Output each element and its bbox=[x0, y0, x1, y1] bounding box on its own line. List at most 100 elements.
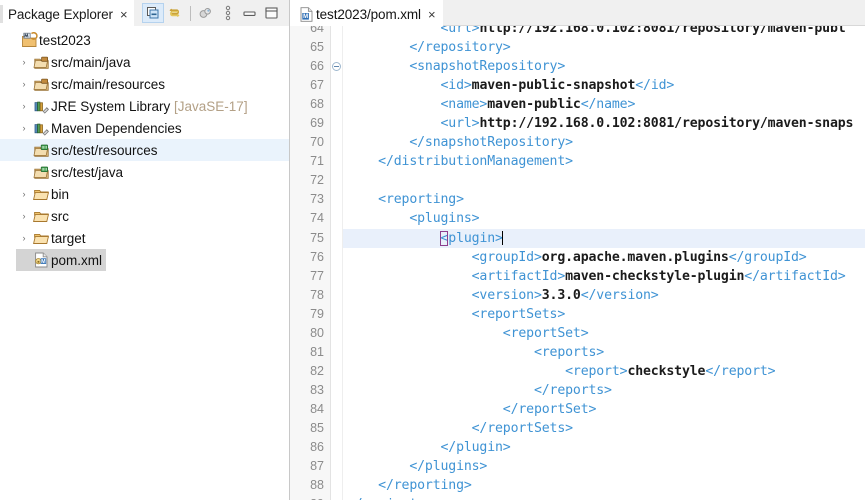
code-line[interactable]: <id>maven-public-snapshot</id> bbox=[343, 76, 865, 95]
package-explorer-tabbar: Package Explorer × bbox=[0, 0, 289, 26]
tree-item-test2023[interactable]: test2023 bbox=[0, 29, 289, 51]
xml-tag: </artifactId> bbox=[744, 268, 846, 284]
xml-tag: </report> bbox=[705, 363, 776, 379]
xml-tag: <report> bbox=[565, 363, 628, 379]
maven-project-icon bbox=[20, 32, 39, 48]
xml-text-value: org.apache.maven.plugins bbox=[541, 249, 729, 265]
focus-on-active-task-icon[interactable] bbox=[195, 3, 217, 23]
expand-arrow-icon[interactable]: › bbox=[16, 233, 32, 243]
xml-tag: </plugin> bbox=[440, 440, 511, 456]
folding-spacer bbox=[331, 419, 342, 438]
eclipse-ide-window: Package Explorer × test2023 › src/main/j… bbox=[0, 0, 865, 500]
folding-margin[interactable] bbox=[331, 19, 343, 500]
code-line[interactable]: </repository> bbox=[343, 38, 865, 57]
code-line[interactable]: </reports> bbox=[343, 381, 865, 400]
tree-item-jre system library[interactable]: › JRE System Library [JavaSE-17] bbox=[0, 95, 289, 117]
code-viewport[interactable]: 64 65 66 67 68 69 70 71 72 73 74 75 76 77 78 79 80 81 82 83… bbox=[290, 19, 865, 500]
code-line[interactable]: <url>http://192.168.0.102:8081/repositor… bbox=[343, 114, 865, 133]
line-number: 72 bbox=[310, 173, 324, 188]
expand-arrow-icon[interactable]: › bbox=[16, 211, 32, 221]
code-line[interactable]: <snapshotRepository> bbox=[343, 57, 865, 76]
close-icon[interactable]: × bbox=[428, 8, 436, 21]
tree-item-src-main-resources[interactable]: › src/main/resources bbox=[0, 73, 289, 95]
folding-spacer bbox=[331, 495, 342, 500]
tree-item-src[interactable]: › src bbox=[0, 205, 289, 227]
code-line[interactable]: </reporting> bbox=[343, 476, 865, 495]
project-tree[interactable]: test2023 › src/main/java › src/main/resource… bbox=[0, 26, 289, 271]
tree-item-label: test2023 bbox=[39, 32, 91, 48]
code-line[interactable]: </plugins> bbox=[343, 457, 865, 476]
tab-pom-xml[interactable]: M test2023/pom.xml × bbox=[290, 0, 443, 26]
code-line[interactable]: <plugins> bbox=[343, 209, 865, 228]
code-line[interactable]: <name>maven-public</name> bbox=[343, 95, 865, 114]
folding-spacer bbox=[331, 400, 342, 419]
link-with-editor-icon[interactable] bbox=[164, 3, 186, 23]
code-line[interactable]: </reportSets> bbox=[343, 419, 865, 438]
tree-item-label: JRE System Library [JavaSE-17] bbox=[51, 98, 248, 114]
line-number: 66 bbox=[310, 59, 324, 74]
code-line[interactable]: <reporting> bbox=[343, 190, 865, 209]
code-line[interactable]: <artifactId>maven-checkstyle-plugin</art… bbox=[343, 267, 865, 286]
tree-item-src-test-java[interactable]: src/test/java bbox=[0, 161, 289, 183]
close-icon[interactable]: × bbox=[120, 8, 128, 21]
tree-item-pom-xml[interactable]: Mpom.xml bbox=[16, 249, 106, 271]
code-line[interactable]: <report>checkstyle</report> bbox=[343, 362, 865, 381]
code-line[interactable]: </distributionManagement> bbox=[343, 152, 865, 171]
xml-tag: </name> bbox=[580, 97, 636, 113]
code-line[interactable]: </plugin> bbox=[343, 438, 865, 457]
folding-spacer bbox=[331, 324, 342, 343]
xml-tag: <artifactId> bbox=[471, 268, 566, 284]
collapse-all-icon[interactable] bbox=[141, 3, 164, 23]
code-line[interactable]: <reportSets> bbox=[343, 305, 865, 324]
code-line[interactable]: </snapshotRepository> bbox=[343, 133, 865, 152]
code-line[interactable]: <reportSet> bbox=[343, 324, 865, 343]
minimize-icon[interactable] bbox=[239, 3, 261, 23]
maximize-icon[interactable] bbox=[261, 3, 283, 23]
xml-tag: </reportSet> bbox=[502, 401, 597, 417]
expand-arrow-icon[interactable]: › bbox=[16, 57, 32, 67]
tree-item-src-main-java[interactable]: › src/main/java bbox=[0, 51, 289, 73]
expand-arrow-icon[interactable]: › bbox=[16, 123, 32, 133]
folding-spacer bbox=[331, 457, 342, 476]
expand-arrow-icon[interactable]: › bbox=[16, 101, 32, 111]
toolbar-separator bbox=[189, 5, 191, 21]
line-number: 80 bbox=[310, 325, 324, 340]
xml-tag: </id> bbox=[635, 78, 675, 94]
folding-spacer bbox=[331, 438, 342, 457]
line-number-gutter: 64 65 66 67 68 69 70 71 72 73 74 75 76 77 78 79 80 81 82 83… bbox=[290, 19, 331, 500]
folder-icon bbox=[32, 187, 51, 202]
tree-item-target[interactable]: › target bbox=[0, 227, 289, 249]
folding-spacer bbox=[331, 95, 342, 114]
code-line[interactable]: <reports> bbox=[343, 343, 865, 362]
package-explorer-toolbar bbox=[133, 0, 289, 26]
test-source-folder-icon bbox=[32, 143, 51, 158]
code-line[interactable]: <plugin> bbox=[343, 228, 865, 248]
code-text-area[interactable]: <url>http://192.168.0.102:8081/repositor… bbox=[343, 19, 865, 500]
code-line[interactable]: </project> bbox=[343, 495, 865, 500]
xml-editor: 64 65 66 67 68 69 70 71 72 73 74 75 76 77 78 79 80 81 82 83… bbox=[290, 0, 865, 500]
tab-accent-bar bbox=[0, 5, 3, 23]
xml-tag: <name> bbox=[440, 97, 488, 113]
view-menu-icon[interactable] bbox=[217, 3, 239, 23]
expand-arrow-icon[interactable]: › bbox=[16, 79, 32, 89]
code-line[interactable]: </reportSet> bbox=[343, 400, 865, 419]
code-line[interactable]: <version>3.3.0</version> bbox=[343, 286, 865, 305]
tree-item-label: src bbox=[51, 208, 69, 224]
line-number: 77 bbox=[310, 268, 324, 283]
tab-package-explorer[interactable]: Package Explorer × bbox=[0, 0, 134, 26]
xml-tag: </version> bbox=[580, 287, 659, 303]
xml-tag: <version> bbox=[471, 287, 542, 303]
folding-spacer bbox=[331, 190, 342, 209]
tree-item-maven dependencies[interactable]: › Maven Dependencies bbox=[0, 117, 289, 139]
tree-item-src-test-resources[interactable]: src/test/resources bbox=[0, 139, 289, 161]
folding-spacer bbox=[331, 476, 342, 495]
code-line[interactable]: <groupId>org.apache.maven.plugins</group… bbox=[343, 248, 865, 267]
tree-item-bin[interactable]: › bin bbox=[0, 183, 289, 205]
code-line[interactable] bbox=[343, 171, 865, 190]
expand-arrow-icon[interactable]: › bbox=[16, 189, 32, 199]
fold-collapse-icon[interactable] bbox=[331, 57, 342, 76]
folding-spacer bbox=[331, 286, 342, 305]
